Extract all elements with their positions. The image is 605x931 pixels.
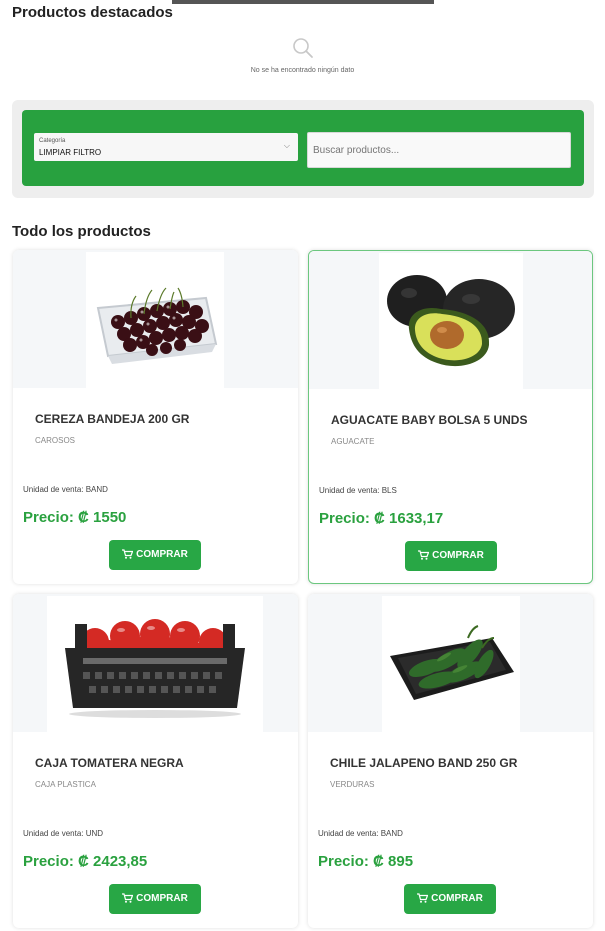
product-image-cherries: [86, 252, 224, 388]
product-card[interactable]: CEREZA BANDEJA 200 GR CAROSOS Unidad de …: [13, 250, 298, 584]
filter-bar: Categoría LIMPIAR FILTRO ⌵: [22, 110, 584, 186]
product-unit: Unidad de venta: BAND: [318, 829, 403, 838]
product-category: VERDURAS: [330, 780, 375, 789]
buy-label: COMPRAR: [136, 549, 188, 560]
product-image-avocado: [379, 253, 523, 389]
product-image-area: [308, 594, 593, 732]
buy-button[interactable]: COMPRAR: [109, 540, 201, 570]
product-name: CHILE JALAPENO BAND 250 GR: [330, 756, 518, 770]
product-image-area: [309, 251, 592, 389]
category-value: LIMPIAR FILTRO: [39, 148, 102, 157]
product-unit: Unidad de venta: UND: [23, 829, 104, 838]
product-category: CAROSOS: [35, 436, 76, 445]
buy-button[interactable]: COMPRAR: [109, 884, 201, 914]
buy-button[interactable]: COMPRAR: [404, 884, 496, 914]
cart-icon: [122, 893, 134, 903]
product-name: AGUACATE BABY BOLSA 5 UNDS: [331, 413, 528, 427]
cart-icon: [418, 550, 430, 560]
filter-panel: Categoría LIMPIAR FILTRO ⌵: [12, 100, 594, 198]
product-unit: Unidad de venta: BLS: [319, 486, 397, 495]
product-image-area: [13, 250, 298, 388]
product-unit: Unidad de venta: BAND: [23, 485, 108, 494]
search-input[interactable]: [307, 132, 571, 168]
product-image-area: [13, 594, 298, 732]
empty-state: No se ha encontrado ningún dato: [0, 36, 605, 74]
buy-label: COMPRAR: [136, 893, 188, 904]
product-category: CAJA PLASTICA: [35, 780, 96, 789]
buy-label: COMPRAR: [432, 550, 484, 561]
chevron-down-icon: ⌵: [283, 141, 290, 150]
cart-icon: [122, 549, 134, 559]
product-card[interactable]: AGUACATE BABY BOLSA 5 UNDS AGUACATE Unid…: [308, 250, 593, 584]
product-price: Precio: ₡ 2423,85: [23, 853, 148, 870]
product-name: CEREZA BANDEJA 200 GR: [35, 412, 190, 426]
product-name: CAJA TOMATERA NEGRA: [35, 756, 184, 770]
all-products-title: Todo los productos: [12, 223, 151, 240]
buy-button[interactable]: COMPRAR: [405, 541, 497, 571]
product-price: Precio: ₡ 895: [318, 853, 414, 870]
product-category: AGUACATE: [331, 437, 375, 446]
buy-label: COMPRAR: [431, 893, 483, 904]
featured-title: Productos destacados: [12, 4, 173, 21]
product-price: Precio: ₡ 1633,17: [319, 510, 444, 527]
category-select[interactable]: Categoría LIMPIAR FILTRO ⌵: [34, 133, 298, 161]
product-card[interactable]: CHILE JALAPENO BAND 250 GR VERDURAS Unid…: [308, 594, 593, 928]
product-price: Precio: ₡ 1550: [23, 509, 127, 526]
product-image-jalapeno: [382, 596, 520, 732]
search-icon: [292, 38, 313, 58]
top-bar: [172, 0, 434, 4]
category-label: Categoría: [39, 138, 66, 144]
product-card[interactable]: CAJA TOMATERA NEGRA CAJA PLASTICA Unidad…: [13, 594, 298, 928]
cart-icon: [417, 893, 429, 903]
empty-message: No se ha encontrado ningún dato: [250, 67, 355, 74]
product-image-tomato-crate: [47, 596, 263, 732]
